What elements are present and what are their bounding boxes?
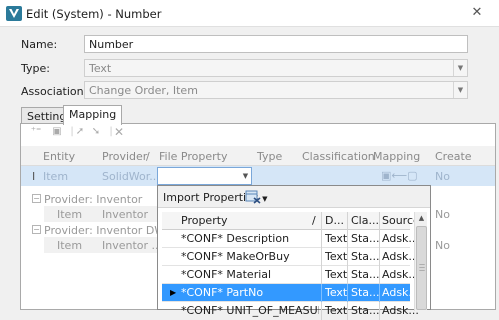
col-classification[interactable]: Cla... (351, 214, 379, 227)
col-create[interactable]: Create (435, 150, 472, 163)
sort-indicator: / (146, 150, 150, 163)
mapping-icon: ▣⟵▢ (381, 169, 418, 182)
property-class: Sta... (351, 268, 380, 281)
type-select[interactable]: Text ▼ (84, 59, 468, 77)
file-property-combo[interactable] (157, 167, 252, 185)
property-type: Text (325, 268, 348, 281)
cell-create: No (435, 208, 450, 221)
property-type: Text (325, 232, 348, 245)
row-edit-marker: I (32, 170, 36, 183)
table-row[interactable]: I Item SolidWor... ▣⟵▢ No (21, 166, 495, 186)
cell-create: No (435, 170, 450, 183)
cell-provider: Inventor ... (102, 239, 163, 252)
tab-mapping-label: Mapping (69, 108, 117, 121)
property-table-header: Property / D... Cla... Source (162, 212, 420, 230)
property-name: *CONF* PartNo (181, 286, 264, 299)
move-up-icon[interactable]: ➚ (74, 126, 86, 138)
cell-entity: Item (57, 239, 83, 252)
cell-provider: SolidWor... (102, 170, 160, 183)
property-name: *CONF* MakeOrBuy (181, 250, 290, 263)
list-item-selected[interactable]: ▶ *CONF* PartNo Text Sta... Adsk... (162, 284, 419, 302)
sort-indicator: / (312, 214, 316, 227)
cell-entity: Item (43, 170, 69, 183)
save-icon[interactable]: ▣ (51, 126, 63, 138)
chevron-down-icon: ▼ (453, 82, 467, 98)
col-mapping[interactable]: Mapping (373, 150, 420, 163)
delete-icon[interactable]: ✕ (113, 126, 125, 138)
col-type[interactable]: Type (257, 150, 282, 163)
app-logo-icon (6, 6, 22, 21)
popup-toolbar: Import Properties ▼ (158, 186, 430, 208)
name-field[interactable]: Number (84, 35, 468, 53)
close-button[interactable]: ✕ (470, 6, 484, 20)
group-provider-inventor: Provider: Inventor (44, 193, 143, 206)
scrollbar-thumb[interactable]: — — — (416, 226, 427, 310)
chevron-down-icon: ▼ (262, 195, 268, 203)
property-name: *CONF* Description (181, 232, 290, 245)
type-label: Type: (21, 62, 50, 75)
associations-label: Associations: (21, 85, 94, 98)
col-property[interactable]: Property (181, 214, 228, 227)
col-classification[interactable]: Classification (302, 150, 375, 163)
property-type: Text (325, 286, 348, 299)
property-type: Text (325, 304, 348, 317)
associations-select[interactable]: Change Order, Item ▼ (84, 81, 468, 99)
property-name: *CONF* Material (181, 268, 272, 281)
list-item[interactable]: *CONF* Material Text Sta... Adsk... (162, 266, 419, 284)
type-value: Text (89, 62, 112, 75)
grid-header: Entity Provider / File Property Type Cla… (21, 146, 495, 166)
list-item[interactable]: *CONF* Description Text Sta... Adsk... (162, 230, 419, 248)
title-bar: Edit (System) - Number ✕ (0, 0, 499, 27)
name-label: Name: (21, 38, 58, 51)
group-provider-inventor-dwg: Provider: Inventor DWG (44, 224, 174, 237)
property-type: Text (325, 250, 348, 263)
add-icon[interactable]: ⁺⁼ (30, 126, 42, 138)
col-data-type[interactable]: D... (325, 214, 344, 227)
col-entity[interactable]: Entity (43, 150, 75, 163)
property-name: *CONF* UNIT_OF_MEASURE (181, 304, 319, 317)
property-class: Sta... (351, 286, 380, 299)
col-provider[interactable]: Provider (102, 150, 147, 163)
collapse-icon[interactable]: − (32, 225, 41, 234)
import-icon[interactable] (245, 190, 261, 204)
grip-icon: — — — (419, 261, 425, 274)
mapping-toolbar: ⁺⁼ ▣ | ➚ ➘ | ✕ (24, 126, 494, 142)
property-dropdown: Import Properties ▼ Property / D... Cla.… (157, 185, 431, 320)
property-class: Sta... (351, 250, 380, 263)
list-item[interactable]: *CONF* UNIT_OF_MEASURE Text Sta... Adsk.… (162, 302, 419, 320)
associations-value: Change Order, Item (89, 84, 198, 97)
cell-create: No (435, 239, 450, 252)
tab-mapping[interactable]: Mapping (63, 105, 123, 125)
name-value: Number (89, 38, 134, 51)
vertical-scrollbar[interactable]: ▲ — — — (414, 212, 427, 311)
chevron-down-icon: ▼ (453, 60, 467, 76)
cell-entity: Item (57, 208, 83, 221)
current-row-arrow-icon: ▶ (170, 288, 177, 297)
cell-provider: Inventor (102, 208, 149, 221)
move-down-icon[interactable]: ➘ (90, 126, 102, 138)
window-title: Edit (System) - Number (26, 7, 162, 21)
chevron-down-icon[interactable]: ▼ (240, 168, 251, 184)
col-file-property[interactable]: File Property (159, 150, 227, 163)
property-class: Sta... (351, 304, 380, 317)
list-item[interactable]: *CONF* MakeOrBuy Text Sta... Adsk... (162, 248, 419, 266)
property-class: Sta... (351, 232, 380, 245)
scroll-up-icon[interactable]: ▲ (415, 212, 428, 225)
collapse-icon[interactable]: − (32, 194, 41, 203)
